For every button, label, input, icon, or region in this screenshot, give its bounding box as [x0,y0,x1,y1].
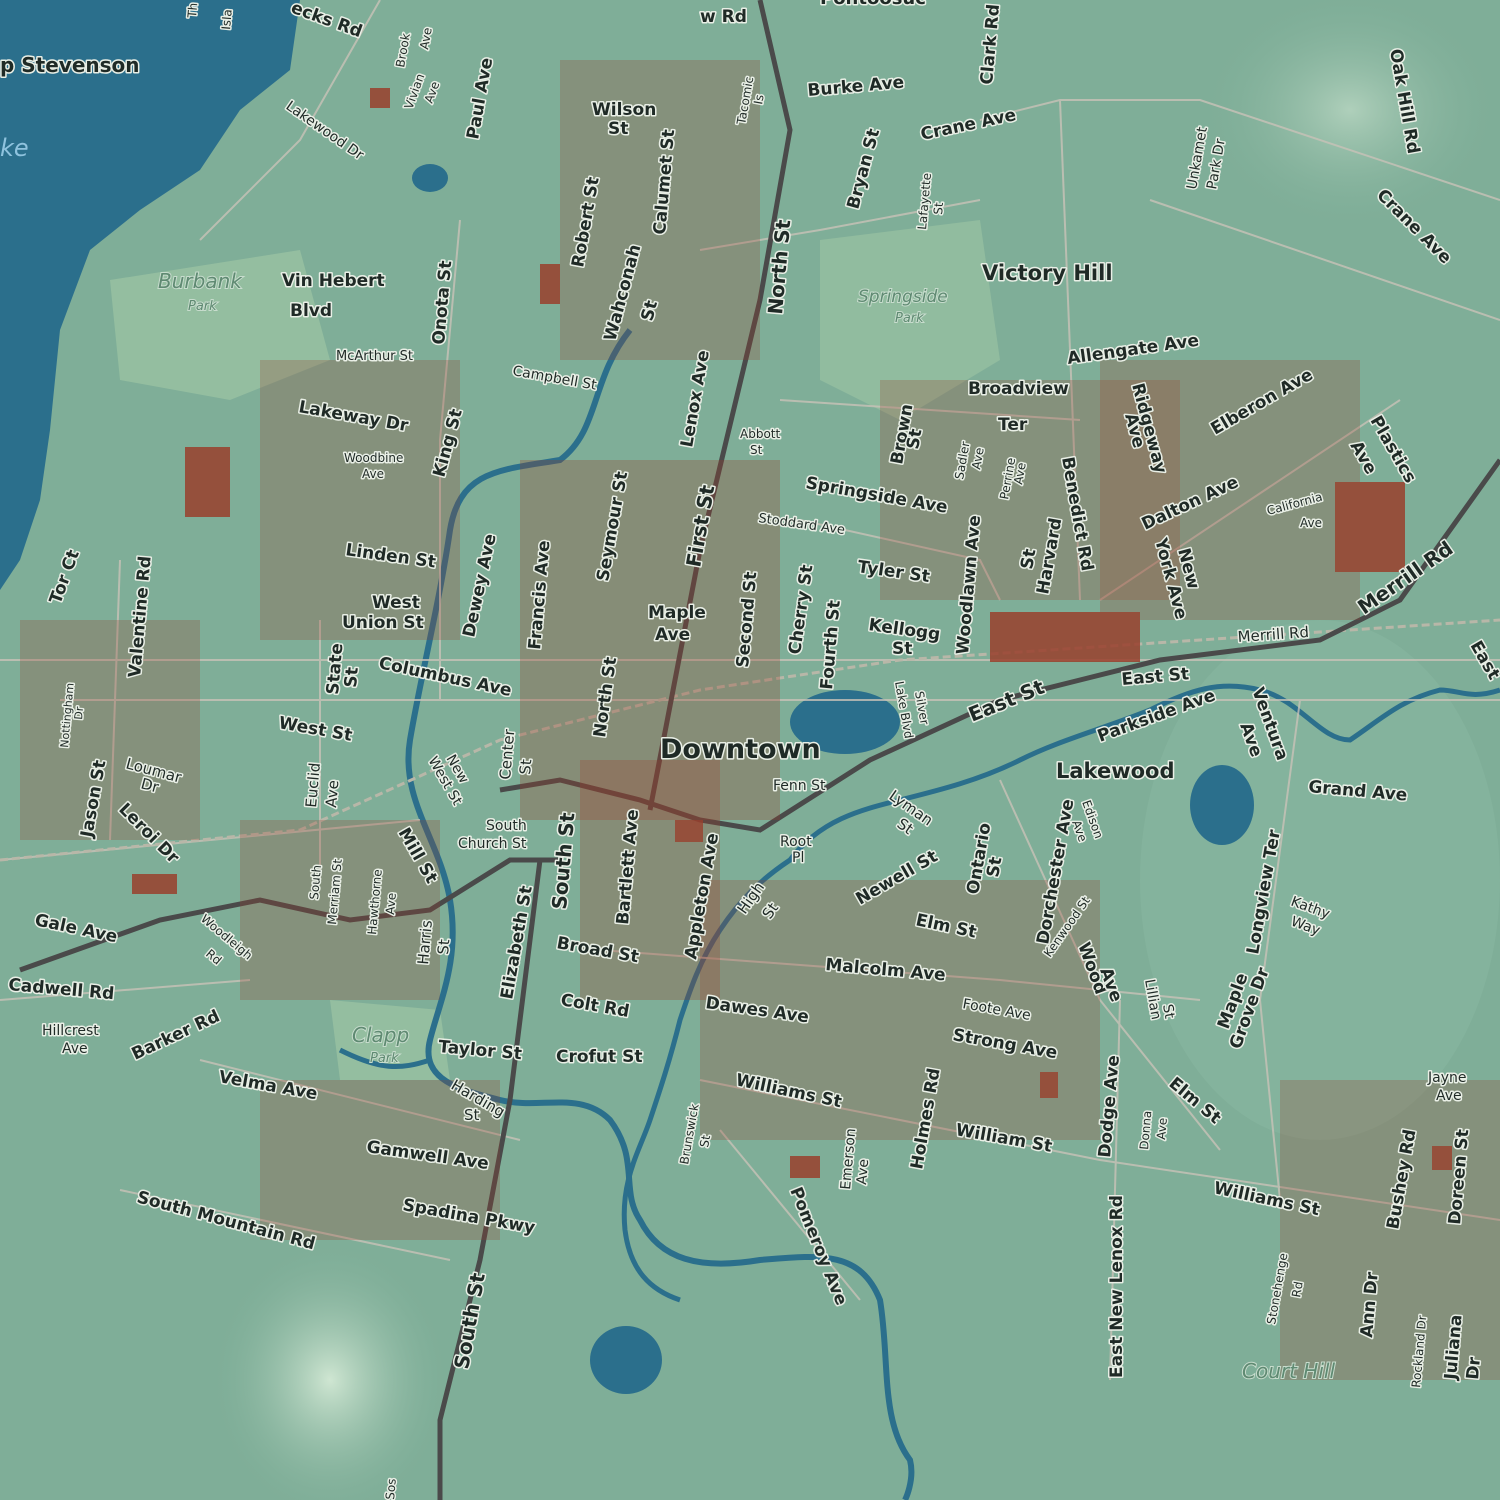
street-harris-2: St [434,938,453,955]
street-sos: Sos [383,1478,399,1500]
small-pond [412,164,448,192]
street-abbott: Abbott [740,427,780,441]
burbank-park-sub: Park [188,299,217,314]
street-pontoosuc: Pontoosuc [820,0,926,9]
street-root: Root [780,834,812,850]
street-abbott-2: St [750,443,763,457]
street-west-union-2: Union St [342,613,424,633]
street-euclid-2: Ave [322,779,342,808]
street-stonehenge-2: Rd [1289,1280,1306,1298]
street-kellogg-2: St [892,639,912,659]
street-donna-2: Ave [1154,1117,1170,1140]
street-broadview: Broadview [968,379,1069,399]
lakewood-pond [1190,765,1254,845]
street-maple: Maple [648,603,706,623]
street-juliana-2: Dr [1463,1356,1485,1381]
street-fenn-st: Fenn St [773,778,826,794]
south-pond [590,1326,662,1394]
clapp-park-label: Clapp [352,1023,409,1047]
street-maple-2: Ave [655,625,690,645]
street-broadview-2: Ter [998,415,1028,435]
street-south-church-2: Church St [458,836,527,852]
street-nottingham-2: Dr [72,706,86,721]
street-wilson-2: St [608,119,628,139]
street-lafayette-2: St [931,201,946,215]
street-woodbine-2: Ave [362,467,384,481]
street-ontario-2: St [983,855,1006,879]
springside-park-sub: Park [895,311,924,326]
map-canvas[interactable]: ke p Stevenson Downtown Victory Hill Lak… [0,0,1500,1500]
downtown-label: Downtown [660,734,821,765]
street-west-union: West [372,593,420,613]
street-emerson-2: Ave [854,1158,872,1185]
street-island: Isla [219,9,235,31]
street-hillcrest: Hillcrest [42,1023,99,1039]
street-south-church: South [486,818,527,834]
camp-stevenson-label: p Stevenson [0,53,140,77]
street-wilson: Wilson [592,100,656,120]
street-the: Th [185,2,200,19]
street-east-new-lenox-rd: East New Lenox Rd [1107,1195,1127,1378]
street-vin-hebert: Vin Hebert [282,271,385,291]
lakewood-label: Lakewood [1056,759,1174,783]
street-jayne: Jayne [1427,1070,1466,1086]
street-harvard-2: St [1017,547,1040,571]
victory-hill-label: Victory Hill [982,261,1113,285]
street-mcarthur: McArthur St [336,349,413,364]
street-new-rd: w Rd [700,7,747,27]
street-crofut-st: Crofut St [556,1047,642,1067]
street-brown-2: St [903,427,926,451]
burbank-park-label: Burbank [158,269,243,293]
street-center-2: St [516,758,535,775]
street-california-2: Ave [1300,516,1322,530]
court-hill-label: Court Hill [1242,1359,1335,1383]
street-harding-2: St [464,1106,480,1124]
street-vin-hebert-2: Blvd [290,301,332,321]
street-root-2: Pl [792,850,804,866]
street-jayne-2: Ave [1436,1088,1462,1104]
springside-park-label: Springside [858,287,948,307]
clapp-park-sub: Park [370,1051,399,1066]
street-woodbine: Woodbine [344,451,403,465]
lake-label: ke [0,134,29,162]
street-hillcrest-2: Ave [62,1041,88,1057]
street-state-2: St [341,666,363,688]
street-hawthorne-2: Ave [383,892,399,915]
